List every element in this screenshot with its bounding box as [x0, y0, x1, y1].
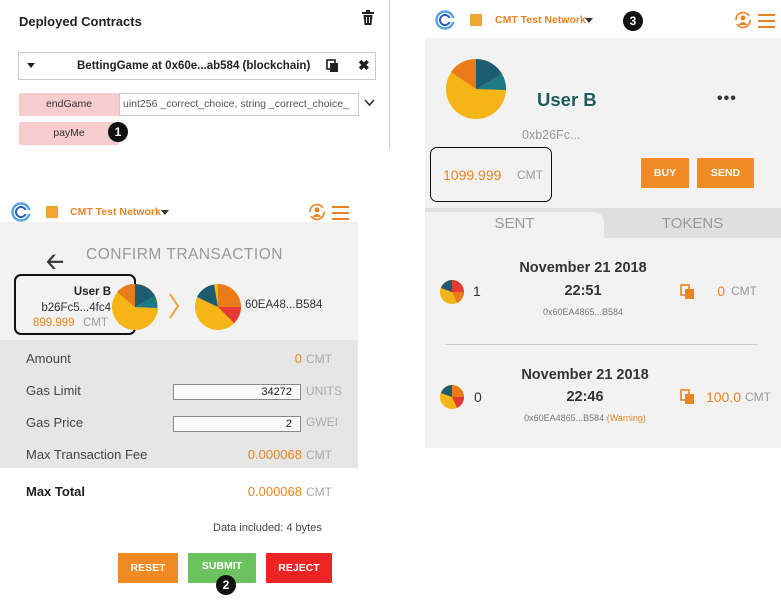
tx-avatar — [440, 385, 465, 409]
tx-recipient: 0x60EA4865...B584 (Warning) — [524, 413, 646, 423]
chevron-right-icon — [169, 293, 180, 319]
sender-address: b26Fc5...4fc4 — [41, 302, 111, 314]
contract-instance-label: BettingGame at 0x60e...ab584 (blockchain… — [77, 60, 311, 72]
payme-button[interactable]: payMe — [19, 122, 119, 145]
sender-name: User B — [73, 286, 111, 298]
tx-nonce: 1 — [473, 283, 481, 299]
copy-icon[interactable] — [680, 284, 695, 300]
gas-price-label: Gas Price — [26, 415, 84, 430]
tx-time: 22:51 — [564, 283, 602, 299]
network-name[interactable]: CMT Test Network — [70, 206, 161, 218]
buy-button[interactable]: BUY — [641, 158, 689, 188]
sender-currency: CMT — [83, 317, 108, 329]
network-caret-icon[interactable] — [585, 18, 593, 23]
gas-price-input[interactable]: 2 — [173, 416, 301, 432]
deployed-contracts-panel: Deployed Contracts BettingGame at 0x60e.… — [0, 0, 390, 150]
amount-value: 0 — [294, 351, 302, 366]
list-divider — [445, 344, 757, 345]
gas-limit-label: Gas Limit — [26, 383, 81, 398]
step-badge-2: 2 — [216, 575, 236, 595]
max-fee-label: Max Transaction Fee — [26, 447, 148, 462]
tx-time: 22:46 — [566, 389, 604, 405]
gas-limit-input[interactable]: 34272 — [173, 384, 301, 400]
tx-date: November 21 2018 — [519, 260, 647, 276]
cmt-logo-icon — [11, 202, 32, 222]
account-name: User B — [537, 89, 597, 110]
hamburger-menu-icon[interactable] — [332, 206, 349, 220]
tx-currency: CMT — [745, 390, 771, 404]
max-total-value: 0.000068 — [247, 484, 302, 499]
network-status-square — [46, 206, 58, 218]
cmt-logo-icon — [435, 10, 456, 30]
wallet-panel: CMT Test Network 3 User B ••• 0xb26Fc...… — [425, 0, 781, 448]
endgame-params-input[interactable]: uint256 _correct_choice, string _correct… — [119, 93, 359, 116]
tx-nonce: 0 — [474, 389, 482, 405]
balance-currency: CMT — [517, 168, 543, 182]
network-name[interactable]: CMT Test Network — [495, 14, 586, 26]
more-options-icon[interactable]: ••• — [717, 90, 737, 108]
send-button[interactable]: SEND — [697, 158, 754, 188]
contract-instance-row[interactable]: BettingGame at 0x60e...ab584 (blockchain… — [18, 52, 376, 80]
trash-icon[interactable] — [361, 10, 375, 26]
tx-avatar — [440, 280, 465, 304]
chevron-down-icon[interactable] — [364, 99, 375, 107]
reject-button[interactable]: REJECT — [266, 553, 332, 583]
balance-value: 1099.999 — [443, 167, 502, 183]
data-included-text: Data included: 4 bytes — [213, 522, 322, 534]
network-caret-icon[interactable] — [161, 210, 169, 215]
tx-recipient: 0x60EA4865...B584 — [542, 307, 624, 317]
max-total-unit: CMT — [306, 485, 332, 499]
close-icon[interactable]: ✖ — [358, 57, 370, 74]
step-badge-3: 3 — [623, 11, 643, 31]
gas-limit-unit: UNITS — [306, 384, 342, 398]
caret-down-icon[interactable] — [27, 63, 35, 68]
tab-tokens[interactable]: TOKENS — [604, 212, 781, 238]
max-fee-value: 0.000068 — [247, 447, 302, 462]
sender-avatar — [112, 283, 158, 330]
tab-sent[interactable]: SENT — [425, 212, 604, 238]
account-switch-icon[interactable] — [307, 202, 327, 222]
tx-date: November 21 2018 — [521, 367, 649, 383]
reset-button[interactable]: RESET — [118, 553, 178, 583]
max-total-label: Max Total — [26, 484, 85, 499]
network-status-square — [470, 14, 482, 26]
sender-balance: 899.999 — [33, 317, 75, 329]
gas-price-unit: GWEI — [306, 415, 338, 429]
account-avatar — [446, 58, 507, 119]
deployed-contracts-title: Deployed Contracts — [19, 14, 142, 29]
max-fee-unit: CMT — [306, 448, 332, 462]
tx-amount: 100.0 — [705, 389, 741, 405]
account-address[interactable]: 0xb26Fc... — [522, 128, 580, 142]
hamburger-menu-icon[interactable] — [758, 14, 775, 28]
balance-card: 1099.999 CMT — [430, 147, 552, 202]
tx-amount: 0 — [717, 283, 725, 299]
amount-label: Amount — [26, 351, 71, 366]
recipient-address: 60EA48...B584 — [245, 299, 323, 311]
step-badge-1: 1 — [108, 122, 128, 142]
endgame-button[interactable]: endGame — [19, 93, 119, 116]
copy-icon[interactable] — [326, 59, 339, 73]
recipient-avatar — [195, 284, 241, 330]
tx-currency: CMT — [731, 284, 757, 298]
amount-unit: CMT — [306, 352, 332, 366]
account-switch-icon[interactable] — [733, 10, 753, 30]
confirm-transaction-title: CONFIRM TRANSACTION — [86, 246, 283, 263]
confirm-transaction-panel: CMT Test Network 🡠 CONFIRM TRANSACTION U… — [0, 190, 358, 604]
